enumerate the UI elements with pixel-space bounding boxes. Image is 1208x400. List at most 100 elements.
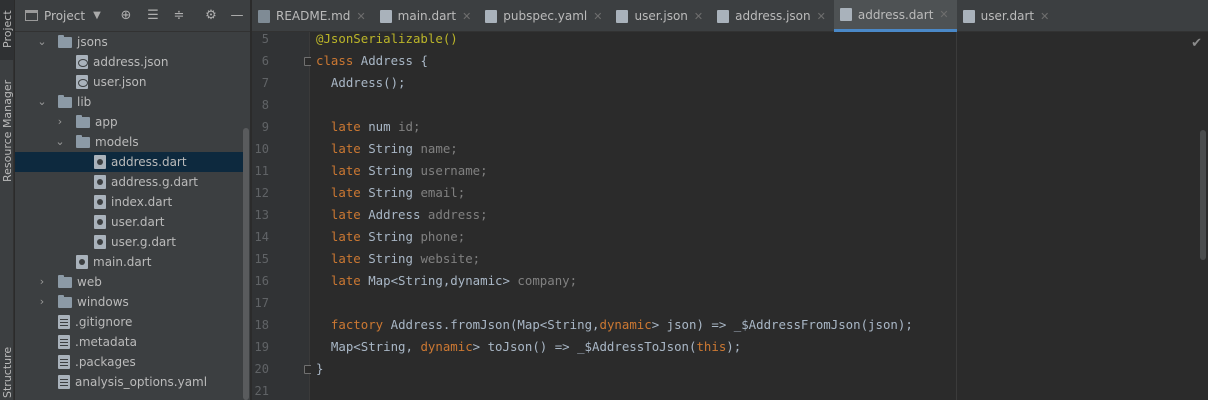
code-line: late String website;: [316, 248, 480, 270]
tree-folder[interactable]: ⌄ lib: [15, 92, 243, 112]
tree-file[interactable]: address.dart: [15, 152, 243, 172]
code-token: > toJson() => _$AddressToJson(: [472, 339, 697, 354]
tree-folder[interactable]: › windows: [15, 292, 243, 312]
tree-file[interactable]: user.g.dart: [15, 232, 243, 252]
close-tab-icon[interactable]: ✕: [356, 10, 365, 23]
editor-tab[interactable]: address.json ✕: [711, 0, 834, 32]
tree-file[interactable]: .packages: [15, 352, 243, 372]
json-file-icon: [717, 9, 730, 23]
line-number: 6: [261, 54, 269, 68]
project-view-selector[interactable]: Project: [44, 9, 85, 23]
chevron-right-icon[interactable]: ›: [55, 112, 65, 132]
line-number: 17: [254, 296, 269, 310]
inspection-ok-icon[interactable]: ✔: [1191, 36, 1202, 51]
tree-file[interactable]: analysis_options.yaml: [15, 372, 243, 392]
minimize-icon[interactable]: —: [229, 8, 245, 24]
code-token: website;: [420, 251, 481, 266]
tree-item-label: .metadata: [75, 335, 137, 349]
editor-tab[interactable]: user.json ✕: [610, 0, 711, 32]
chevron-down-icon[interactable]: ▼: [93, 10, 101, 21]
code-token: String: [368, 251, 421, 266]
tree-file[interactable]: index.dart: [15, 192, 243, 212]
code-token: dynamic: [599, 317, 652, 332]
code-token: String: [368, 141, 421, 156]
code-token: this: [696, 339, 727, 354]
editor-tab-label: address.dart: [857, 7, 934, 22]
dart-file-icon: [962, 9, 975, 23]
chevron-down-icon[interactable]: ⌄: [55, 132, 65, 152]
json-file-icon: [76, 75, 88, 89]
json-file-icon: [76, 55, 88, 69]
project-tool-tab[interactable]: Project: [0, 0, 14, 60]
line-number: 11: [254, 164, 269, 178]
tree-file[interactable]: .gitignore: [15, 312, 243, 332]
line-number: 20: [254, 362, 269, 376]
tree-file[interactable]: user.json: [15, 72, 243, 92]
code-token: String: [368, 163, 421, 178]
code-token: factory: [316, 317, 391, 332]
tree-item-label: user.json: [93, 75, 147, 89]
dart-file-icon: [379, 9, 392, 23]
folder-icon: [58, 275, 72, 288]
line-number: 14: [254, 230, 269, 244]
tree-folder[interactable]: › web: [15, 272, 243, 292]
code-token: company;: [517, 273, 578, 288]
code-line: factory Address.fromJson(Map<String,dyna…: [316, 314, 913, 336]
close-tab-icon[interactable]: ✕: [1040, 10, 1049, 23]
code-line: Map<String, dynamic> toJson() => _$Addre…: [316, 336, 741, 358]
txt-file-icon: [58, 355, 70, 369]
editor-tab[interactable]: user.dart ✕: [957, 0, 1058, 32]
collapse-all-icon[interactable]: ≑: [171, 8, 187, 24]
close-tab-icon[interactable]: ✕: [462, 10, 471, 23]
expand-all-icon[interactable]: ☰: [145, 8, 161, 24]
resource-manager-tool-tab[interactable]: Resource Manager: [0, 80, 14, 194]
gear-icon[interactable]: ⚙: [203, 8, 219, 24]
tree-folder[interactable]: ⌄ models: [15, 132, 243, 152]
dart-file-icon: [94, 215, 106, 229]
close-tab-icon[interactable]: ✕: [694, 10, 703, 23]
project-tool-tab-label: Project: [1, 10, 14, 48]
code-editor[interactable]: @JsonSerializable() class Address { Addre…: [311, 31, 1208, 400]
code-line: class Address {: [316, 50, 428, 72]
line-number: 18: [254, 318, 269, 332]
yaml-file-icon: [485, 9, 498, 23]
code-token: id;: [398, 119, 421, 134]
tree-file[interactable]: .metadata: [15, 332, 243, 352]
chevron-down-icon[interactable]: ⌄: [37, 92, 47, 112]
folder-icon: [58, 295, 72, 308]
code-token: @JsonSerializable(): [316, 31, 458, 46]
editor-scrollbar[interactable]: [1200, 130, 1206, 260]
code-line: }: [316, 358, 323, 380]
code-token: username;: [420, 163, 488, 178]
tree-file[interactable]: address.json: [15, 52, 243, 72]
editor-tab[interactable]: address.dart ✕: [833, 0, 957, 32]
editor-tab[interactable]: pubspec.yaml ✕: [479, 0, 610, 32]
code-token: > json) => _$AddressFromJson(json);: [651, 317, 913, 332]
tool-window-stripe: Project Resource Manager Structure: [0, 0, 14, 400]
close-tab-icon[interactable]: ✕: [939, 8, 948, 21]
chevron-down-icon[interactable]: ⌄: [37, 32, 47, 52]
close-tab-icon[interactable]: ✕: [593, 10, 602, 23]
project-view-icon: [25, 10, 38, 21]
line-number: 10: [254, 142, 269, 156]
tree-file[interactable]: main.dart: [15, 252, 243, 272]
chevron-right-icon[interactable]: ›: [37, 292, 47, 312]
tree-file[interactable]: user.dart: [15, 212, 243, 232]
folder-icon: [58, 95, 72, 108]
code-token: late: [316, 141, 369, 156]
code-line: late Map<String,dynamic> company;: [316, 270, 577, 292]
tree-file[interactable]: address.g.dart: [15, 172, 243, 192]
line-number: 15: [254, 252, 269, 266]
structure-tool-tab[interactable]: Structure: [0, 347, 14, 400]
locate-icon[interactable]: ⊕: [118, 8, 134, 24]
dart-file-icon: [94, 235, 106, 249]
tree-folder[interactable]: › app: [15, 112, 243, 132]
chevron-right-icon[interactable]: ›: [37, 272, 47, 292]
tree-item-label: .packages: [75, 355, 136, 369]
tree-folder[interactable]: ⌄ jsons: [15, 32, 243, 52]
code-token: );: [726, 339, 742, 354]
code-token: num: [368, 119, 399, 134]
tree-item-label: web: [77, 275, 102, 289]
code-token: Address {: [360, 53, 428, 68]
close-tab-icon[interactable]: ✕: [817, 10, 826, 23]
